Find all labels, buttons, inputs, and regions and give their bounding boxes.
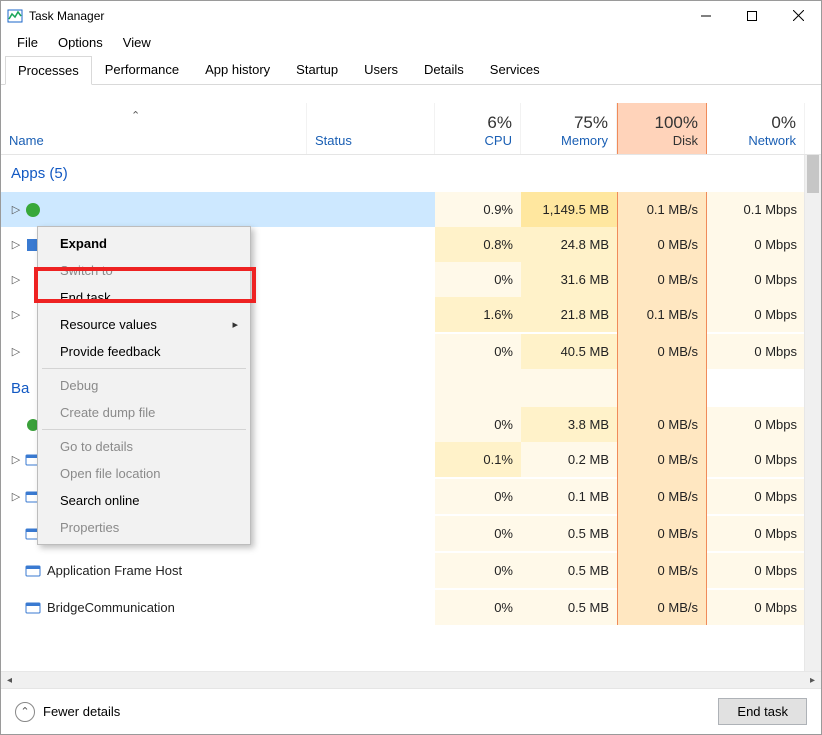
chevron-right-icon: ▸	[232, 318, 238, 331]
tab-performance[interactable]: Performance	[92, 55, 192, 84]
chevron-up-icon: ⌃	[15, 702, 35, 722]
process-row[interactable]: ▷ Application Frame Host 0% 0.5 MB 0 MB/…	[1, 553, 821, 588]
ctx-provide-feedback[interactable]: Provide feedback	[40, 338, 248, 365]
cell-disk: 0.1 MB/s	[617, 192, 707, 227]
task-manager-window: Task Manager File Options View Processes…	[0, 0, 822, 735]
cell-net: 0.1 Mbps	[707, 192, 805, 227]
cell-mem: 21.8 MB	[521, 297, 617, 332]
process-name: BridgeCommunication	[47, 600, 175, 615]
maximize-button[interactable]	[729, 1, 775, 31]
ctx-end-task[interactable]: End task	[40, 284, 248, 311]
window-title: Task Manager	[29, 9, 104, 23]
cell-disk: 0 MB/s	[617, 227, 707, 262]
cell-mem: 31.6 MB	[521, 262, 617, 297]
col-cpu[interactable]: 6% CPU	[435, 103, 521, 154]
cell-disk: 0.1 MB/s	[617, 297, 707, 332]
expand-caret-icon[interactable]: ▷	[9, 238, 23, 251]
cell-cpu: 1.6%	[435, 297, 521, 332]
cell-cpu: 0%	[435, 262, 521, 297]
expand-caret-icon[interactable]: ▷	[9, 490, 23, 503]
close-button[interactable]	[775, 1, 821, 31]
cell-net: 0 Mbps	[707, 297, 805, 332]
scroll-right-icon[interactable]: ▸	[804, 672, 821, 688]
minimize-button[interactable]	[683, 1, 729, 31]
process-row[interactable]: ▷ 0.9% 1,149.5 MB 0.1 MB/s 0.1 Mbps	[1, 192, 821, 227]
cell-mem: 1,149.5 MB	[521, 192, 617, 227]
menu-view[interactable]: View	[113, 33, 161, 52]
cell-net: 0 Mbps	[707, 262, 805, 297]
expand-caret-icon[interactable]: ▷	[9, 203, 23, 216]
menu-file[interactable]: File	[7, 33, 48, 52]
col-memory[interactable]: 75% Memory	[521, 103, 617, 154]
tab-app-history[interactable]: App history	[192, 55, 283, 84]
process-name: Application Frame Host	[47, 563, 182, 578]
col-disk[interactable]: 100% Disk	[617, 103, 707, 154]
scroll-left-icon[interactable]: ◂	[1, 672, 18, 688]
horizontal-scrollbar[interactable]: ◂ ▸	[1, 671, 821, 688]
cell-mem: 40.5 MB	[521, 334, 617, 369]
cell-cpu: 0.8%	[435, 227, 521, 262]
tab-users[interactable]: Users	[351, 55, 411, 84]
ctx-resource-values[interactable]: Resource values ▸	[40, 311, 248, 338]
titlebar: Task Manager	[1, 1, 821, 31]
system-buttons	[683, 1, 821, 31]
tab-processes[interactable]: Processes	[5, 56, 92, 85]
cell-cpu: 0.9%	[435, 192, 521, 227]
ctx-create-dump: Create dump file	[40, 399, 248, 426]
col-name[interactable]: Name	[1, 103, 307, 154]
tab-details[interactable]: Details	[411, 55, 477, 84]
ctx-go-to-details: Go to details	[40, 433, 248, 460]
ctx-switch-to: Switch to	[40, 257, 248, 284]
expand-caret-icon[interactable]: ▷	[9, 273, 23, 286]
end-task-button[interactable]: End task	[718, 698, 807, 725]
ctx-search-online[interactable]: Search online	[40, 487, 248, 514]
fewer-details-button[interactable]: ⌃ Fewer details	[15, 702, 120, 722]
col-status[interactable]: Status	[307, 103, 435, 154]
menubar: File Options View	[1, 31, 821, 53]
column-headers: ⌃ Name Status 6% CPU 75% Memory 100% Dis…	[1, 103, 821, 155]
context-menu: Expand Switch to End task Resource value…	[37, 226, 251, 545]
cell-net: 0 Mbps	[707, 227, 805, 262]
process-icon	[25, 563, 41, 579]
cell-disk: 0 MB/s	[617, 334, 707, 369]
group-apps: Apps (5)	[1, 155, 821, 192]
vertical-scrollbar[interactable]	[804, 155, 821, 671]
tab-strip: Processes Performance App history Startu…	[1, 55, 821, 85]
expand-caret-icon[interactable]: ▷	[9, 308, 23, 321]
footer: ⌃ Fewer details End task	[1, 688, 821, 734]
ctx-debug: Debug	[40, 372, 248, 399]
expand-caret-icon[interactable]: ▷	[9, 345, 23, 358]
col-network[interactable]: 0% Network	[707, 103, 805, 154]
menu-options[interactable]: Options	[48, 33, 113, 52]
process-row[interactable]: ▷ BridgeCommunication 0% 0.5 MB 0 MB/s 0…	[1, 590, 821, 625]
process-icon	[25, 600, 41, 616]
tab-services[interactable]: Services	[477, 55, 553, 84]
app-icon	[25, 202, 41, 218]
cell-mem: 24.8 MB	[521, 227, 617, 262]
tab-startup[interactable]: Startup	[283, 55, 351, 84]
sort-caret-icon: ⌃	[131, 109, 140, 122]
cell-cpu: 0%	[435, 334, 521, 369]
ctx-expand[interactable]: Expand	[40, 230, 248, 257]
ctx-properties: Properties	[40, 514, 248, 541]
cell-net: 0 Mbps	[707, 334, 805, 369]
ctx-open-file-location: Open file location	[40, 460, 248, 487]
expand-caret-icon[interactable]: ▷	[9, 453, 23, 466]
cell-disk: 0 MB/s	[617, 262, 707, 297]
app-icon	[7, 8, 23, 24]
